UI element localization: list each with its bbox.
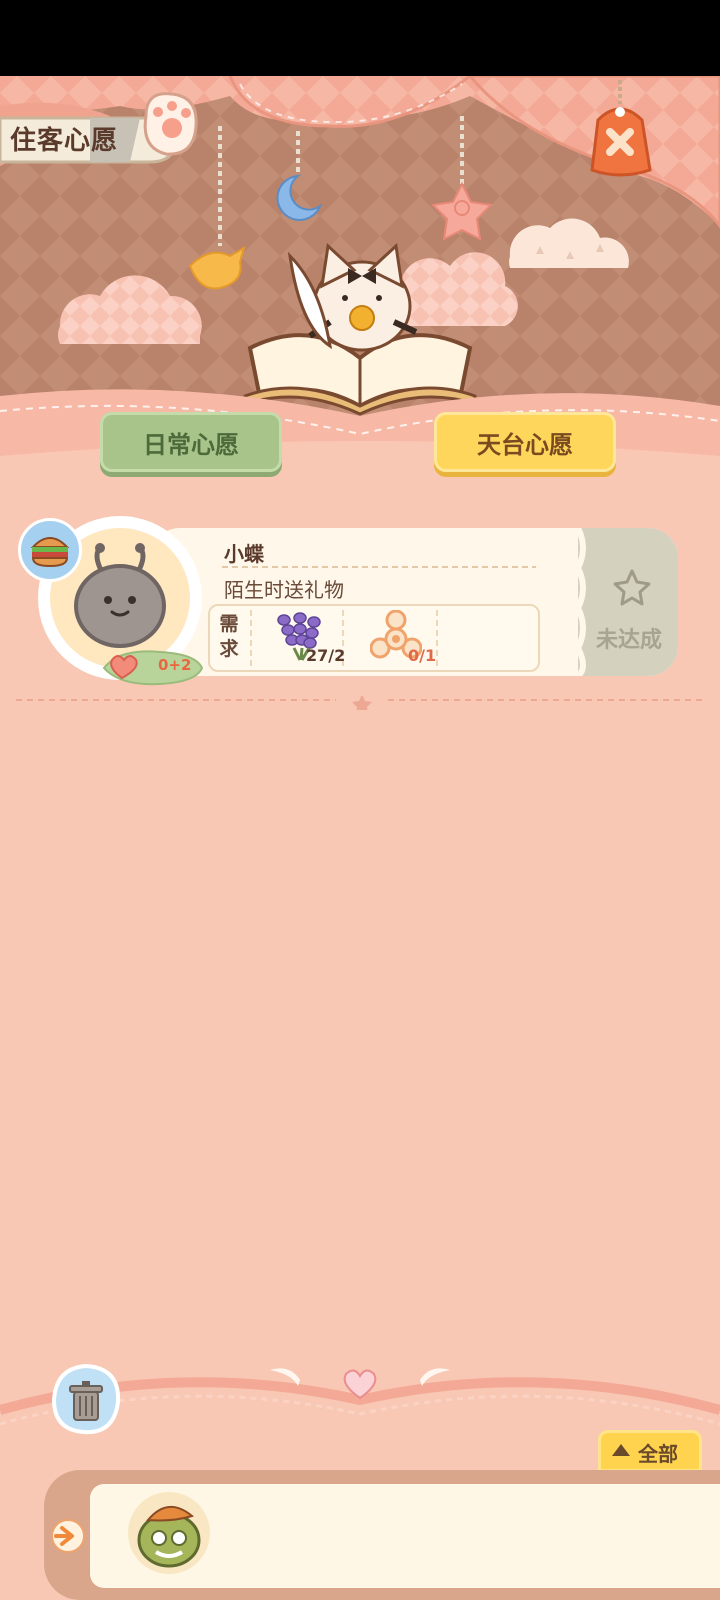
wish-description: 陌生时送礼物 xyxy=(224,578,344,602)
burger-icon xyxy=(30,537,70,568)
close-tag-icon xyxy=(590,80,652,177)
wish-status-label: 未达成 xyxy=(596,628,663,653)
filter-all-button[interactable]: 全部 xyxy=(598,1430,702,1472)
food-badge xyxy=(18,518,82,582)
close-button[interactable] xyxy=(588,80,658,190)
requirement-count: 0/1 xyxy=(408,646,437,665)
requirement-label: 需求 xyxy=(219,613,239,660)
req-divider xyxy=(436,610,438,666)
requirement-count: 27/2 xyxy=(306,646,346,665)
expand-arrow-icon xyxy=(51,1519,85,1553)
list-divider xyxy=(16,696,704,710)
tray-guest-avatar[interactable] xyxy=(126,1490,212,1576)
filter-label: 全部 xyxy=(638,1442,678,1466)
caret-up-icon xyxy=(612,1444,630,1456)
star-outline-icon xyxy=(613,569,651,606)
page-title: 住客心愿 xyxy=(10,126,119,156)
requirements-box: 需求 27/2 0/1 xyxy=(208,604,540,672)
tab-daily-label: 日常心愿 xyxy=(143,430,239,459)
frog-character-icon xyxy=(128,1492,210,1574)
trash-can-icon xyxy=(51,1363,121,1435)
guest-name: 小蝶 xyxy=(224,542,264,566)
req-divider xyxy=(250,610,252,666)
paw-icon xyxy=(143,92,198,156)
tab-rooftop-label: 天台心愿 xyxy=(477,430,573,459)
tab-daily-wishes[interactable]: 日常心愿 xyxy=(100,412,282,472)
tab-rooftop-wishes[interactable]: 天台心愿 xyxy=(434,412,616,472)
trash-button[interactable] xyxy=(50,1363,122,1436)
status-bar xyxy=(0,0,720,76)
expand-button[interactable] xyxy=(48,1516,88,1556)
name-underline xyxy=(222,566,536,568)
affection-progress: 0+2 xyxy=(158,656,192,674)
